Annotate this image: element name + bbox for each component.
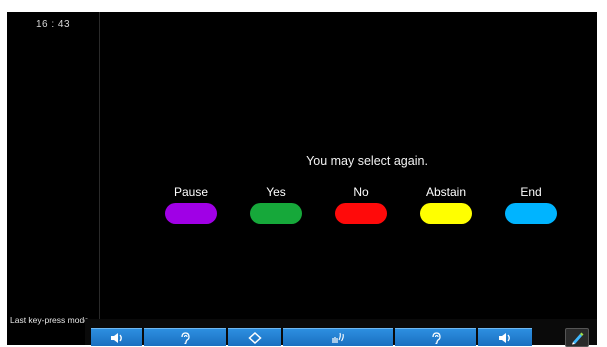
abstain-button[interactable] [420, 203, 472, 224]
ear-right-button[interactable] [395, 328, 476, 346]
option-end[interactable]: End [501, 185, 561, 227]
speaker-left-button[interactable] [91, 328, 142, 346]
speaker-icon [110, 332, 122, 343]
option-abstain[interactable]: Abstain [416, 185, 476, 227]
option-yes[interactable]: Yes [246, 185, 306, 227]
prompt-text: You may select again. [306, 154, 428, 168]
speaker-icon [499, 332, 510, 343]
option-label: Yes [266, 185, 286, 199]
pen-button[interactable] [565, 328, 589, 347]
option-pause[interactable]: Pause [161, 185, 221, 227]
clock: 16 : 43 [35, 19, 71, 30]
yes-button[interactable] [250, 203, 302, 224]
option-no[interactable]: No [331, 185, 391, 227]
request-speak-button[interactable] [283, 328, 393, 346]
option-label: No [353, 185, 369, 199]
option-label: End [520, 185, 542, 199]
speaker-right-button[interactable] [478, 328, 532, 346]
ear-left-button[interactable] [144, 328, 226, 346]
diamond-icon [247, 331, 262, 344]
option-label: Abstain [425, 185, 467, 199]
diamond-button[interactable] [228, 328, 281, 346]
ear-icon [431, 331, 441, 344]
taskbar [85, 319, 597, 347]
main-screen: 16 : 43 Last key-press mode You may sele… [7, 12, 597, 345]
left-panel: 16 : 43 Last key-press mode [7, 12, 100, 328]
no-button[interactable] [335, 203, 387, 224]
end-button[interactable] [505, 203, 557, 224]
pause-button[interactable] [165, 203, 217, 224]
option-label: Pause [173, 185, 209, 199]
hand-wave-icon [332, 332, 344, 343]
pen-icon [572, 332, 584, 344]
ear-icon [181, 331, 190, 344]
mode-label: Last key-press mode [10, 315, 89, 325]
